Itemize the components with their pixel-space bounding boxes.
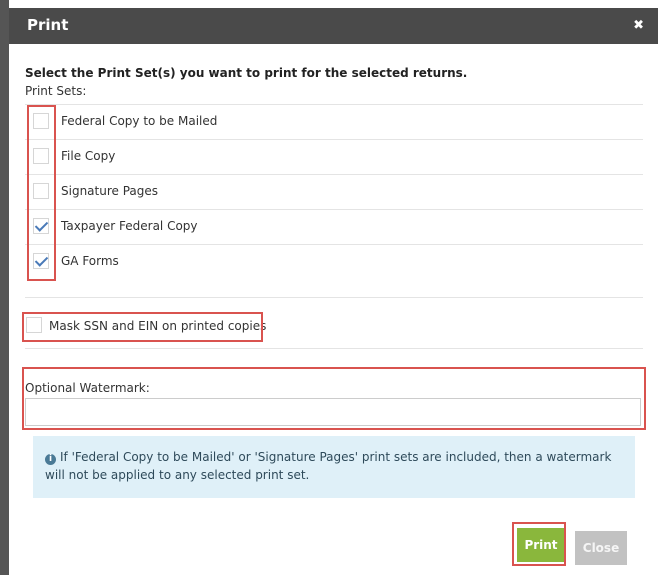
dialog-title: Print [27,16,69,34]
close-icon[interactable]: ✖ [633,18,644,33]
close-button[interactable]: Close [575,531,627,565]
print-set-label: Signature Pages [61,184,159,198]
divider [25,297,643,298]
divider [25,348,643,349]
mask-ssn-label: Mask SSN and EIN on printed copies [49,319,267,333]
print-set-label: Taxpayer Federal Copy [61,219,198,233]
print-set-checkbox[interactable] [33,148,49,164]
dialog-title-bar: Print ✖ [9,8,658,44]
print-sets-label: Print Sets: [25,84,87,98]
mask-ssn-checkbox[interactable] [26,317,42,333]
print-set-checkbox[interactable] [33,183,49,199]
print-set-checkbox[interactable] [33,218,49,234]
print-set-label: GA Forms [61,254,119,268]
watermark-input[interactable] [25,398,641,426]
print-button[interactable]: Print [517,528,565,562]
print-set-row[interactable]: GA Forms [25,244,643,279]
print-set-checkbox[interactable] [33,113,49,129]
print-set-row[interactable]: Taxpayer Federal Copy [25,209,643,244]
info-icon: i [45,454,56,465]
print-set-row[interactable]: Federal Copy to be Mailed [25,104,643,139]
instruction-text: Select the Print Set(s) you want to prin… [25,66,468,80]
print-set-row[interactable]: Signature Pages [25,174,643,209]
print-set-row[interactable]: File Copy [25,139,643,174]
print-dialog: Print ✖ Select the Print Set(s) you want… [9,8,658,575]
print-set-label: File Copy [61,149,116,163]
info-alert: i If 'Federal Copy to be Mailed' or 'Sign… [33,436,635,498]
watermark-label: Optional Watermark: [25,381,150,395]
info-message: If 'Federal Copy to be Mailed' or 'Signa… [45,450,612,482]
background-panel-edge [0,0,9,575]
print-set-label: Federal Copy to be Mailed [61,114,218,128]
print-set-checkbox[interactable] [33,253,49,269]
